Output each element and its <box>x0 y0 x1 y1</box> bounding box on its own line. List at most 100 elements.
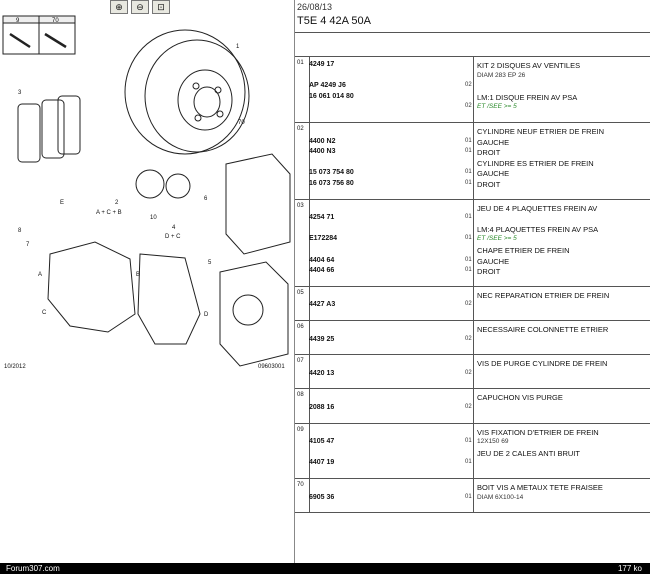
part-reference[interactable]: 16 073 756 80 <box>309 180 354 187</box>
row-number: 70 <box>295 478 310 513</box>
status-bar: Forum307.com 177 ko <box>0 563 650 574</box>
part-quantity: 01 <box>465 267 472 274</box>
part-quantity: 02 <box>465 403 472 410</box>
part-description: KIT 2 DISQUES AV VENTILES <box>477 61 581 70</box>
row-number: 01 <box>295 57 310 122</box>
print-date: 26/08/13 <box>297 2 333 12</box>
row-number: 03 <box>295 199 310 286</box>
table-row: 01 4249 17 KIT 2 DISQUES AV VENTILES DIAM 2… <box>295 57 650 123</box>
label-3: 3 <box>18 90 22 96</box>
part-reference[interactable]: 2088 16 <box>309 404 334 411</box>
label-10: 10 <box>150 215 157 221</box>
part-reference[interactable]: 4420 13 <box>309 370 334 377</box>
table-row: 70 BOIT VIS A METAUX TETE FRAISEE 6905 36 0… <box>295 478 650 514</box>
part-description: DROIT <box>477 180 501 189</box>
row-number: 09 <box>295 423 310 478</box>
part-description: CHAPE ETRIER DE FREIN <box>477 245 570 255</box>
row-number: 08 <box>295 389 310 423</box>
part-description: CYLINDRE ES ETRIER DE FREIN <box>477 158 594 168</box>
part-reference[interactable]: 4105 47 <box>309 438 334 445</box>
table-row: 06 NECESSAIRE COLONNETTE ETRIER 4439 25 02 <box>295 320 650 356</box>
kit-box-6 <box>225 153 291 255</box>
part-reference[interactable]: 4254 71 <box>309 214 334 221</box>
part-description: GAUCHE <box>477 256 510 266</box>
part-quantity: 01 <box>465 180 472 186</box>
part-description: LM:4 PLAQUETTES FREIN AV PSA <box>477 224 599 234</box>
label-5: 5 <box>208 260 212 266</box>
part-reference[interactable]: 4404 66 <box>309 267 334 274</box>
part-quantity: 01 <box>465 137 472 144</box>
part-quantity: 02 <box>465 369 472 376</box>
part-description: VIS DE PURGE CYLINDRE DE FREIN <box>477 359 608 369</box>
part-quantity: 01 <box>465 148 472 155</box>
part-description: GAUCHE <box>477 137 510 147</box>
table-row: 02 CYLINDRE NEUF ETRIER DE FREIN 4400 N2 01… <box>295 123 650 200</box>
part-quantity: 01 <box>465 438 472 445</box>
part-description: NEC REPARATION ETRIER DE FREIN <box>477 290 610 300</box>
caliper-bracket <box>137 253 201 345</box>
part-quantity: 01 <box>465 256 472 263</box>
table-row: 09 VIS FIXATION D'ETRIER DE FREIN 4105 47 0… <box>295 423 650 479</box>
part-quantity: 01 <box>465 459 472 466</box>
part-reference[interactable]: AP 4249 J6 <box>309 82 346 89</box>
part-reference[interactable]: 4400 N2 <box>309 138 335 145</box>
label-2: 2 <box>115 200 119 206</box>
label-c: C <box>42 310 47 316</box>
site-name: Forum307.com <box>6 564 60 573</box>
table-row: 05 NEC REPARATION ETRIER DE FREIN 4427 A3 0… <box>295 286 650 321</box>
part-quantity: 02 <box>465 103 472 110</box>
part-quantity: 01 <box>465 235 472 242</box>
part-reference[interactable]: 4407 19 <box>309 459 334 466</box>
part-description: JEU DE 2 CALES ANTI BRUIT <box>477 448 580 458</box>
zoom-in-button[interactable]: ⊕ <box>110 0 128 14</box>
part-description: LM:1 DISQUE FREIN AV PSA <box>477 92 578 102</box>
label-dc: D + C <box>165 234 181 240</box>
part-reference[interactable]: 4404 64 <box>309 257 334 264</box>
part-description: ET /SEE >= 5 <box>477 103 517 111</box>
row-number: 07 <box>295 355 310 389</box>
header-divider <box>295 32 650 33</box>
part-reference[interactable]: 6905 36 <box>309 494 334 501</box>
part-description: DROIT <box>477 267 501 277</box>
diagram-panel: ⊕ ⊖ ⊡ 9 70 1 3 70 2 A + C + B 6 10 8 E 7… <box>0 0 295 574</box>
diagram-code: 09603001 <box>258 364 285 370</box>
vehicle-reference: T5E 4 42A 50A <box>297 15 371 27</box>
label-d: D <box>204 312 209 318</box>
part-description: DROIT <box>477 148 501 158</box>
part-description: 12X150 69 <box>477 438 509 446</box>
fit-button[interactable]: ⊡ <box>152 0 170 14</box>
table-row: 07 VIS DE PURGE CYLINDRE DE FREIN 4420 13 0… <box>295 355 650 390</box>
diagram-date: 10/2012 <box>4 364 26 370</box>
brake-pad <box>17 103 41 163</box>
part-description: VIS FIXATION D'ETRIER DE FREIN <box>477 427 599 437</box>
part-reference[interactable]: 15 073 754 80 <box>309 169 354 176</box>
label-70: 70 <box>52 18 59 24</box>
parts-table: 01 4249 17 KIT 2 DISQUES AV VENTILES DIAM 2… <box>295 56 650 514</box>
part-quantity: 02 <box>465 82 472 89</box>
part-description: JEU DE 4 PLAQUETTES FREIN AV <box>477 203 598 213</box>
brake-disc <box>124 29 246 155</box>
part-reference[interactable]: 4400 N3 <box>309 148 335 155</box>
part-reference[interactable]: 4439 25 <box>309 336 334 343</box>
part-description: GAUCHE <box>477 169 510 179</box>
qty-column <box>465 57 474 122</box>
row-number: 02 <box>295 123 310 199</box>
table-row: 08 CAPUCHON VIS PURGE 2088 16 02 <box>295 389 650 424</box>
label-b: B <box>136 272 140 278</box>
part-quantity: 02 <box>465 335 472 342</box>
part-description: NECESSAIRE COLONNETTE ETRIER <box>477 324 609 334</box>
row-number: 06 <box>295 320 310 355</box>
label-e: E <box>60 200 64 206</box>
zoom-out-button[interactable]: ⊖ <box>131 0 149 14</box>
part-reference[interactable]: E172284 <box>309 235 337 242</box>
part-description: CYLINDRE NEUF ETRIER DE FREIN <box>477 127 605 136</box>
part-reference[interactable]: 4427 A3 <box>309 301 335 308</box>
part-reference[interactable]: 16 061 014 80 <box>309 93 354 100</box>
part-quantity: 02 <box>465 301 472 308</box>
label-70b: 70 <box>238 120 245 126</box>
part-reference[interactable]: 4249 17 <box>309 61 334 68</box>
label-1: 1 <box>236 44 240 50</box>
table-row: 03 JEU DE 4 PLAQUETTES FREIN AV 4254 71 01 L… <box>295 199 650 287</box>
part-description: DIAM 283 EP 26 <box>477 71 526 79</box>
spring-ring <box>135 169 165 199</box>
